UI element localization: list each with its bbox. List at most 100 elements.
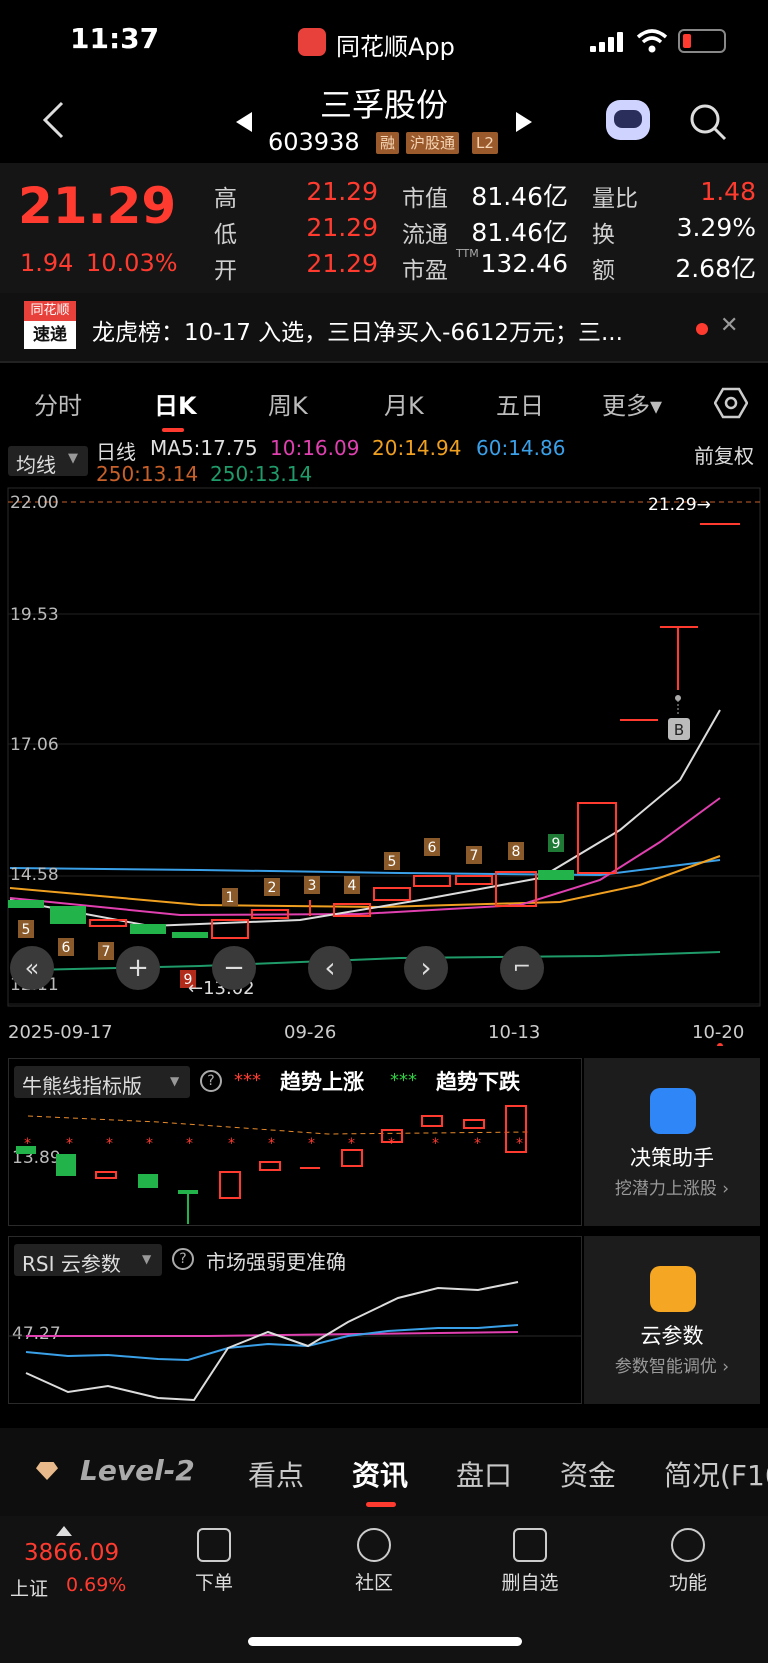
mcap-label: 市值: [402, 186, 448, 212]
x-tick: 2025-09-17: [8, 1022, 113, 1043]
info-tabs: Level-2 看点 资讯 盘口 资金 简况(F10: [0, 1428, 768, 1516]
candle: [89, 919, 127, 927]
price-change-pct: 10.03%: [86, 249, 178, 277]
svg-text:3: 3: [308, 878, 317, 894]
svg-text:*: *: [308, 1136, 315, 1152]
volume-ratio-value: 1.48: [700, 177, 756, 206]
tab-profile[interactable]: 简况(F10: [664, 1454, 768, 1494]
svg-text:*: *: [146, 1136, 153, 1152]
svg-text:2: 2: [268, 880, 277, 896]
tab-daily-k[interactable]: 日K: [154, 386, 197, 421]
tab-orderbook[interactable]: 盘口: [456, 1454, 512, 1494]
star-badge-icon: [357, 1528, 391, 1562]
last-price-label: 21.29→: [648, 495, 711, 515]
candle: [130, 924, 166, 934]
tab-capital[interactable]: 资金: [560, 1454, 616, 1494]
menu-circle-icon: [671, 1528, 705, 1562]
news-logo: 同花顺 速递: [24, 301, 76, 351]
signal-icon: [590, 32, 626, 52]
bull-bear-chart: * * * * * * * * * * * * *: [16, 1105, 529, 1224]
ma60-value: 60:14.86: [476, 436, 566, 460]
float-value: 81.46亿: [471, 218, 568, 247]
settings-hexagon-icon[interactable]: [714, 386, 748, 420]
last-price: 21.29: [18, 177, 177, 235]
svg-text:8: 8: [512, 844, 521, 860]
ma250-value-b: 250:13.14: [210, 462, 313, 486]
amount-label: 额: [592, 258, 615, 284]
chart-controls: « + − ‹ › ⌐: [0, 946, 768, 992]
tab-intraday[interactable]: 分时: [34, 386, 82, 421]
decision-assistant-icon: [650, 1088, 696, 1134]
x-tick: 10-13: [488, 1022, 540, 1043]
svg-text:6: 6: [428, 840, 437, 856]
news-text[interactable]: 龙虎榜：10-17 入选，三日净买入-6612万元；三...: [92, 313, 682, 347]
order-button[interactable]: 下单: [164, 1528, 264, 1595]
svg-text:1: 1: [226, 890, 235, 906]
ma20-line: [9, 855, 721, 909]
x-tick: 09-26: [284, 1022, 336, 1043]
period-tabs: 分时 日K 周K 月K 五日 更多▾: [0, 372, 768, 434]
pe-label: 市盈: [402, 258, 448, 284]
bull-bear-panel: 牛熊线指标版 ▼ ? *** 趋势上涨 *** 趋势下跌 13.89 * * * * …: [8, 1058, 760, 1226]
tab-weekly-k[interactable]: 周K: [268, 386, 308, 421]
amount-value: 2.68亿: [675, 254, 756, 283]
quote-panel: 21.29 1.94 10.03% 高 21.29 低 21.29 开 21.2…: [0, 163, 768, 293]
wifi-icon: [636, 29, 668, 53]
community-button[interactable]: 社区: [324, 1528, 424, 1595]
decision-assistant-card[interactable]: 决策助手 挖潜力上涨股 ›: [584, 1058, 760, 1226]
adjust-mode[interactable]: 前复权: [694, 440, 754, 469]
search-icon[interactable]: [688, 102, 728, 142]
svg-text:*: *: [348, 1136, 355, 1152]
tab-level2[interactable]: Level-2: [80, 1454, 195, 1487]
status-bar: 11:37 同花顺App: [0, 0, 768, 80]
fullscreen-button[interactable]: ⌐: [500, 946, 544, 990]
tab-highlights[interactable]: 看点: [248, 1454, 304, 1494]
level2-diamond-icon: [36, 1462, 58, 1480]
tab-more[interactable]: 更多▾: [602, 386, 662, 421]
card-subtitle: 挖潜力上涨股 ›: [614, 1179, 730, 1199]
news-ticker[interactable]: 同花顺 速递 龙虎榜：10-17 入选，三日净买入-6612万元；三... ✕: [0, 293, 768, 363]
remove-watchlist-button[interactable]: 删自选: [480, 1528, 580, 1595]
svg-text:*: *: [432, 1136, 439, 1152]
candle: [8, 900, 44, 908]
tab-monthly-k[interactable]: 月K: [384, 386, 424, 421]
svg-text:5: 5: [22, 922, 31, 938]
tab-five-day[interactable]: 五日: [496, 386, 544, 421]
svg-text:*: *: [24, 1136, 31, 1152]
ma-dropdown[interactable]: 均线 ▼: [8, 446, 88, 477]
volume-ratio-label: 量比: [592, 186, 638, 212]
card-title: 决策助手: [630, 1146, 714, 1170]
ma-period-label: 日线: [96, 440, 136, 464]
next-stock-icon[interactable]: [514, 110, 534, 134]
ma10-value: 10:16.09: [270, 436, 360, 460]
active-tab-indicator: [366, 1502, 396, 1507]
clock: 11:37: [70, 22, 160, 55]
scroll-fast-left-button[interactable]: «: [10, 946, 54, 990]
stock-code: 603938: [268, 128, 360, 156]
candle: [50, 906, 86, 924]
index-ticker[interactable]: 3866.09 上证 0.69%: [10, 1526, 130, 1606]
y-tick: 14.58: [10, 865, 59, 885]
candle: [455, 875, 493, 885]
scroll-right-button[interactable]: ›: [404, 946, 448, 990]
svg-text:*: *: [186, 1136, 193, 1152]
candle: [538, 870, 574, 880]
high-value: 21.29: [306, 177, 378, 206]
index-name: 上证: [10, 1578, 49, 1600]
svg-text:*: *: [516, 1136, 523, 1152]
cloud-params-card[interactable]: 云参数 参数智能调优 ›: [584, 1236, 760, 1404]
zoom-in-button[interactable]: +: [116, 946, 160, 990]
candle: [373, 887, 411, 901]
functions-button[interactable]: 功能: [638, 1528, 738, 1595]
zoom-out-button[interactable]: −: [212, 946, 256, 990]
close-icon[interactable]: ✕: [720, 313, 738, 338]
card-title: 云参数: [640, 1324, 704, 1348]
scroll-left-button[interactable]: ‹: [308, 946, 352, 990]
y-tick: 17.06: [10, 735, 59, 755]
ma5-value: MA5:17.75: [150, 436, 258, 460]
mcap-value: 81.46亿: [471, 182, 568, 211]
robot-assistant-icon[interactable]: [606, 100, 650, 140]
svg-text:9: 9: [552, 836, 561, 852]
price-change: 1.94: [20, 249, 74, 277]
tab-news[interactable]: 资讯: [352, 1454, 408, 1494]
